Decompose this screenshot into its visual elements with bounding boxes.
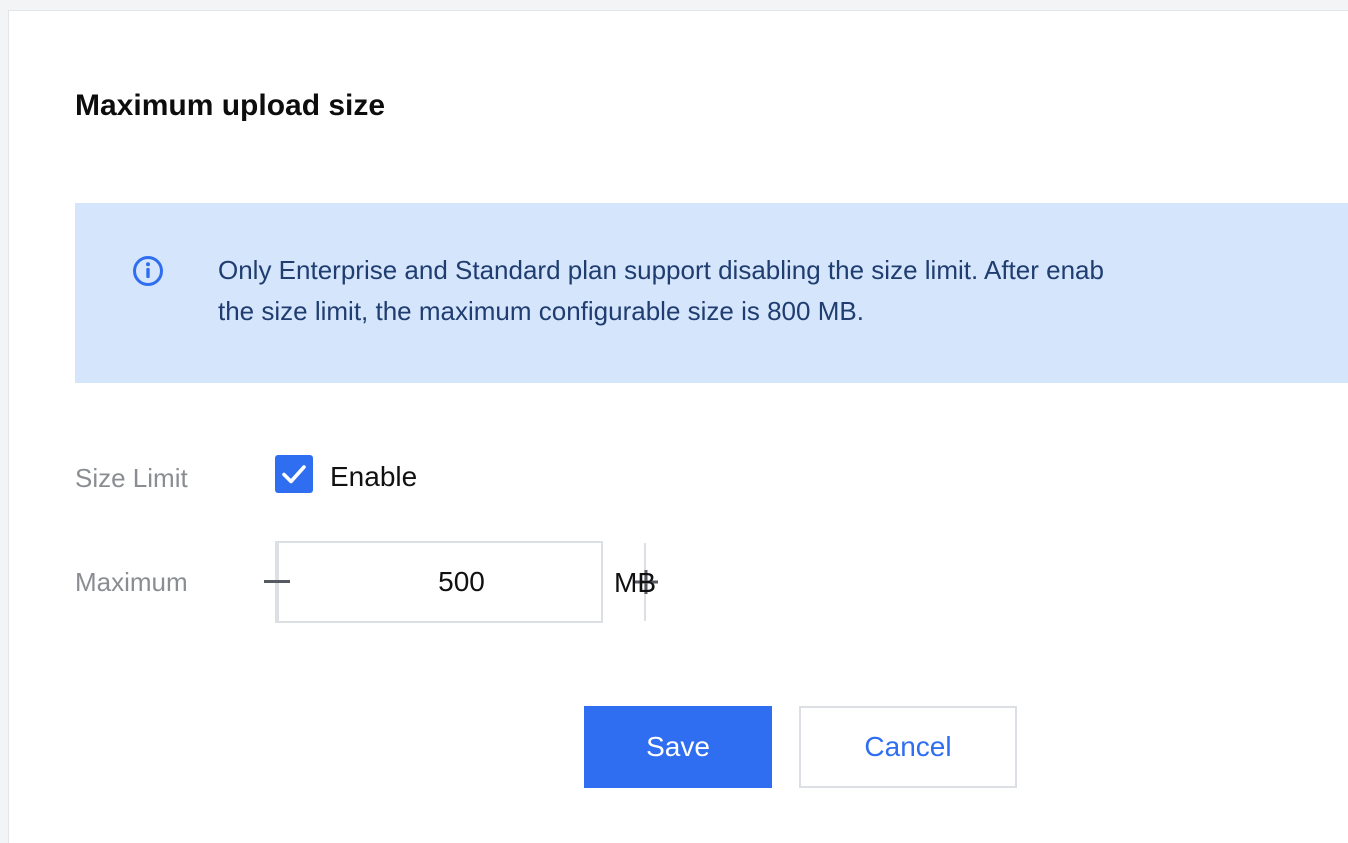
maximum-size-input[interactable] bbox=[279, 543, 644, 621]
enable-checkbox-label[interactable]: Enable bbox=[330, 461, 417, 493]
upload-size-dialog: Maximum upload size Only Enterprise and … bbox=[8, 10, 1348, 843]
enable-checkbox[interactable] bbox=[275, 455, 313, 493]
dialog-title: Maximum upload size bbox=[75, 89, 386, 122]
notice-line-1: Only Enterprise and Standard plan suppor… bbox=[218, 255, 1104, 285]
minus-icon bbox=[264, 580, 290, 583]
size-limit-label: Size Limit bbox=[75, 463, 188, 493]
maximum-label: Maximum bbox=[75, 567, 188, 597]
notice-text: Only Enterprise and Standard plan suppor… bbox=[218, 250, 1348, 332]
maximum-size-stepper bbox=[264, 541, 658, 623]
cancel-button[interactable]: Cancel bbox=[799, 706, 1017, 788]
checkmark-icon bbox=[282, 465, 306, 484]
save-button[interactable]: Save bbox=[584, 706, 772, 788]
decrement-button[interactable] bbox=[264, 543, 290, 621]
info-notice: Only Enterprise and Standard plan suppor… bbox=[75, 203, 1348, 383]
notice-line-2: the size limit, the maximum configurable… bbox=[218, 296, 864, 326]
size-unit-label: MB bbox=[614, 567, 656, 598]
info-circle-icon bbox=[132, 255, 164, 287]
